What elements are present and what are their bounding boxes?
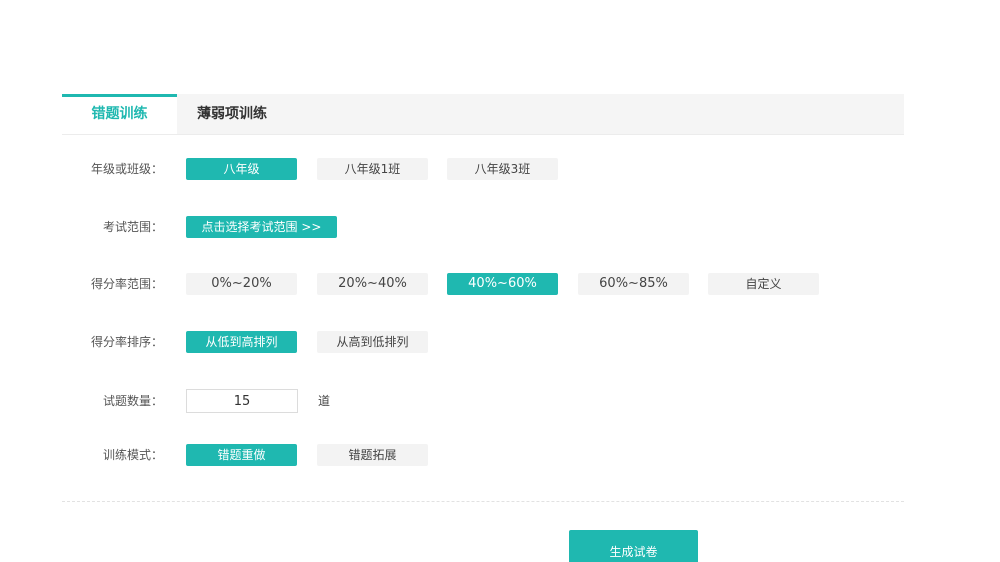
quantity-unit: 道: [318, 394, 331, 408]
training-page: 错题训练 薄弱项训练 年级或班级： 八年级 八年级1班 八年级3班 考试范围： …: [0, 0, 1000, 562]
quantity-label: 试题数量：: [102, 394, 163, 408]
mode-extend-option[interactable]: 错题拓展: [317, 444, 428, 466]
tab-bar: 错题训练 薄弱项训练: [62, 94, 904, 135]
exam-scope-label: 考试范围：: [102, 220, 163, 234]
tab-weak-item-training[interactable]: 薄弱项训练: [177, 94, 287, 134]
score-range-option-60-85[interactable]: 60%~85%: [578, 273, 689, 295]
generate-paper-button[interactable]: 生成试卷: [569, 530, 698, 562]
score-range-option-20-40[interactable]: 20%~40%: [317, 273, 428, 295]
tab-wrong-question-training[interactable]: 错题训练: [62, 94, 177, 134]
section-divider: [62, 501, 904, 502]
sort-high-to-low-option[interactable]: 从高到低排列: [317, 331, 428, 353]
grade-option-class3[interactable]: 八年级3班: [447, 158, 558, 180]
score-range-option-40-60[interactable]: 40%~60%: [447, 273, 558, 295]
score-sort-label: 得分率排序：: [90, 335, 163, 349]
score-range-label: 得分率范围：: [90, 277, 163, 291]
score-range-option-custom[interactable]: 自定义: [708, 273, 819, 295]
grade-option-class1[interactable]: 八年级1班: [317, 158, 428, 180]
mode-redo-option[interactable]: 错题重做: [186, 444, 297, 466]
grade-option-grade8[interactable]: 八年级: [186, 158, 297, 180]
sort-low-to-high-option[interactable]: 从低到高排列: [186, 331, 297, 353]
select-exam-scope-button[interactable]: 点击选择考试范围 >>: [186, 216, 337, 238]
score-range-option-0-20[interactable]: 0%~20%: [186, 273, 297, 295]
quantity-input[interactable]: [186, 389, 298, 413]
grade-label: 年级或班级：: [90, 162, 163, 176]
train-mode-label: 训练模式：: [102, 448, 163, 462]
